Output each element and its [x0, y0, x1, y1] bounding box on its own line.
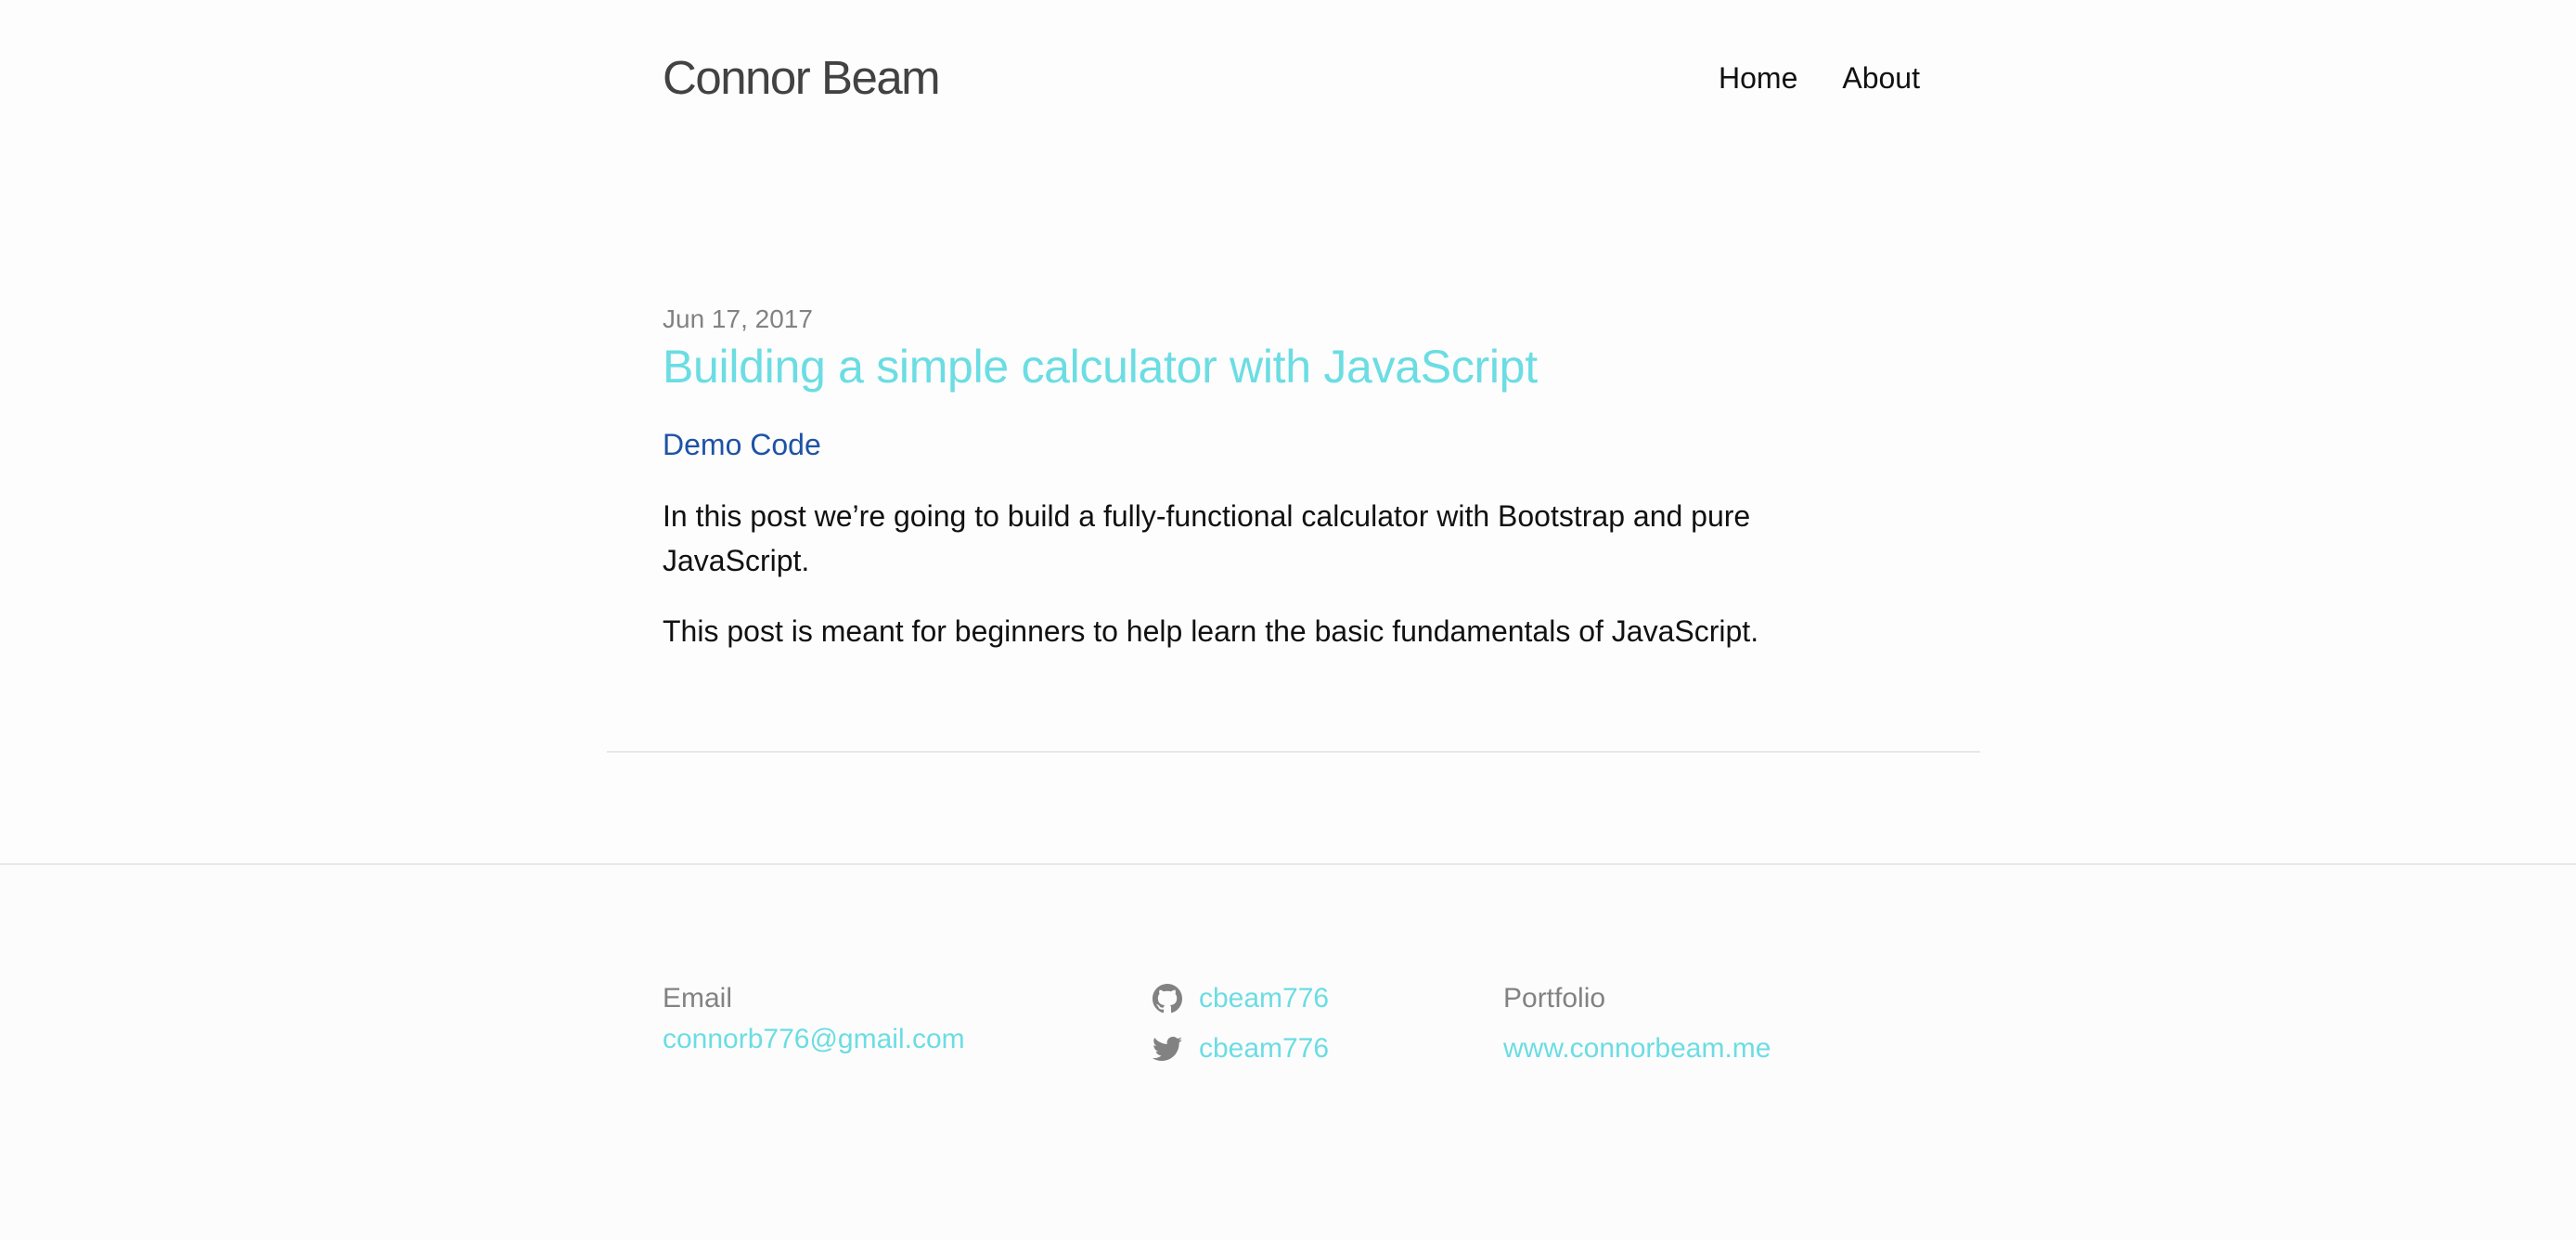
- footer-email-column: Email connorb776@gmail.com: [663, 978, 965, 1060]
- portfolio-link[interactable]: www.connorbeam.me: [1503, 1028, 1771, 1069]
- post-paragraph: This post is meant for beginners to help…: [663, 614, 1759, 648]
- site-footer: Email connorb776@gmail.com cbeam776 cbea…: [0, 863, 2576, 1240]
- site-header: Connor Beam Home About: [0, 0, 2576, 158]
- demo-code-link[interactable]: Demo Code: [663, 423, 1869, 466]
- site-title-link[interactable]: Connor Beam: [663, 45, 941, 111]
- main-nav: Home About: [1719, 58, 1920, 98]
- portfolio-label: Portfolio: [1503, 983, 1606, 1014]
- post-divider: [607, 751, 1980, 753]
- footer-portfolio-column: Portfolio www.connorbeam.me: [1503, 978, 1771, 1069]
- post-title-link[interactable]: Building a simple calculator with JavaSc…: [663, 334, 1869, 399]
- twitter-link[interactable]: cbeam776: [1199, 1028, 1329, 1069]
- nav-about-link[interactable]: About: [1842, 58, 1920, 98]
- twitter-row: cbeam776: [1153, 1028, 1329, 1069]
- github-link[interactable]: cbeam776: [1199, 978, 1329, 1019]
- nav-home-link[interactable]: Home: [1719, 58, 1797, 98]
- github-icon: [1153, 984, 1199, 1014]
- post-content: Jun 17, 2017 Building a simple calculato…: [663, 293, 1869, 653]
- post-paragraph: In this post we’re going to build a full…: [663, 499, 1751, 577]
- email-link[interactable]: connorb776@gmail.com: [663, 1019, 965, 1060]
- github-row: cbeam776: [1153, 978, 1329, 1019]
- twitter-icon: [1153, 1034, 1199, 1064]
- email-label: Email: [663, 983, 733, 1014]
- footer-social-column: cbeam776 cbeam776: [1153, 978, 1329, 1079]
